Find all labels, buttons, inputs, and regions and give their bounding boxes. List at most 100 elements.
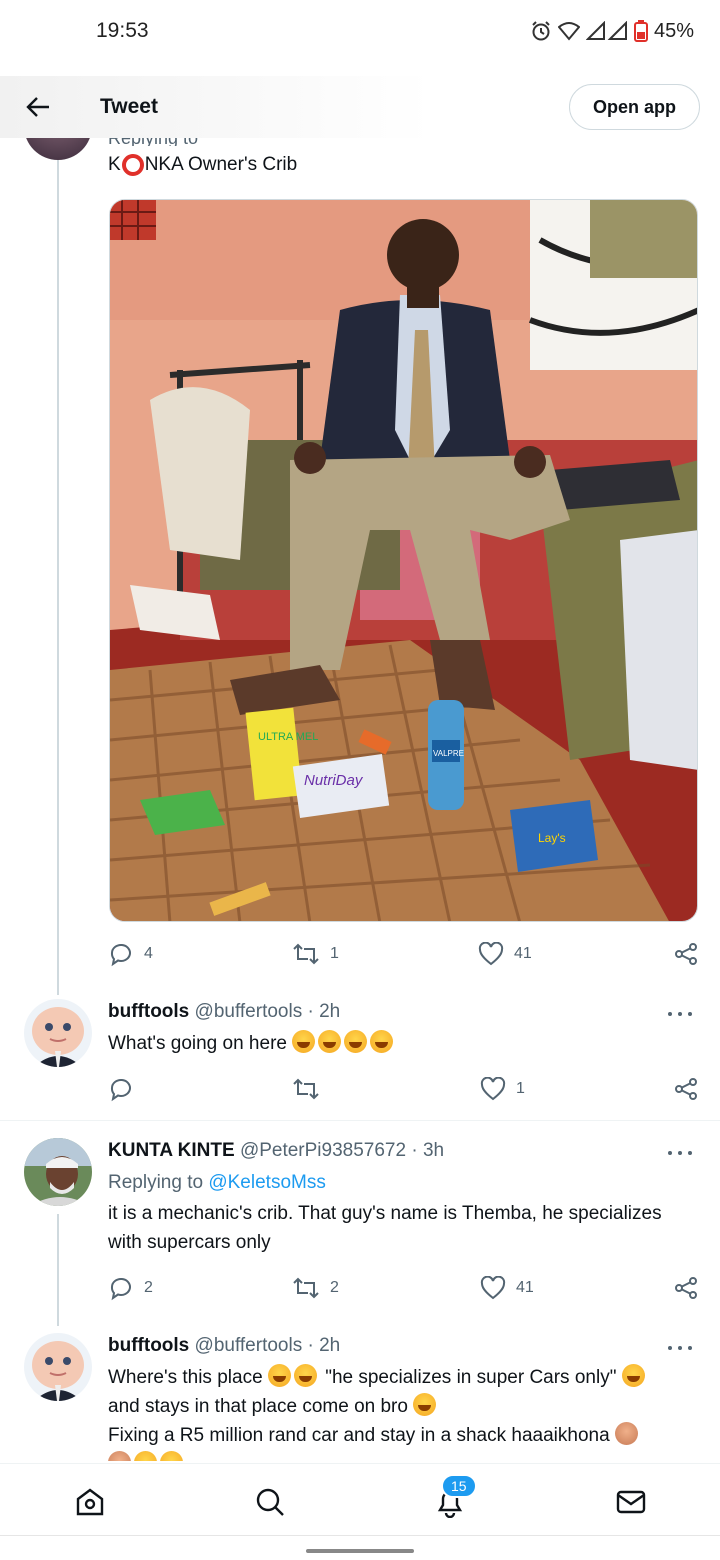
retweet-count: 1 — [330, 945, 339, 962]
like-count: 1 — [516, 1080, 525, 1097]
main-tweet-avatar[interactable] — [24, 138, 92, 160]
replying-to-label: Replying to — [108, 1172, 204, 1193]
reply-2-actions: 2 2 41 — [108, 1271, 700, 1305]
reply-count: 2 — [144, 1279, 153, 1296]
reply-button[interactable]: 4 — [108, 937, 153, 971]
joy-emoji — [344, 1030, 368, 1053]
retweet-icon — [293, 1277, 319, 1299]
joy-emoji — [267, 1364, 291, 1387]
more-options-button[interactable] — [668, 1338, 692, 1358]
status-time: 19:53 — [96, 19, 149, 42]
retweet-button[interactable] — [292, 1072, 320, 1106]
like-count: 41 — [514, 945, 532, 962]
share-button[interactable] — [674, 1271, 698, 1305]
joy-emoji — [134, 1451, 157, 1461]
timestamp: · 2h — [307, 1335, 341, 1356]
replying-to-handle[interactable]: @KeletsoMss — [208, 1172, 326, 1193]
display-name[interactable]: KUNTA KINTE — [108, 1140, 235, 1161]
handle[interactable]: @PeterPi93857672 — [240, 1140, 406, 1161]
retweet-count: 2 — [330, 1279, 339, 1296]
reply-icon — [110, 943, 131, 967]
nav-search[interactable] — [250, 1482, 290, 1522]
reply-text: What's going on here — [108, 1033, 287, 1054]
reply-header-2: KUNTA KINTE @PeterPi93857672 · 3h — [108, 1140, 444, 1162]
product-label-lays: Lay's — [538, 831, 566, 845]
retweet-button[interactable]: 1 — [292, 937, 339, 971]
reply-text-3: Where's this place "he specializes in su… — [108, 1363, 698, 1461]
more-options-button[interactable] — [668, 1004, 692, 1024]
display-name[interactable]: bufftools — [108, 1001, 189, 1022]
replying-to: Replying to @KeletsoMss — [108, 1172, 326, 1194]
status-bar: 19:53 45% — [0, 0, 720, 62]
timestamp: · 2h — [307, 1001, 341, 1022]
reply-icon — [110, 1277, 131, 1301]
share-button[interactable] — [674, 1072, 698, 1106]
avatar-kunta-kinte[interactable] — [24, 1138, 92, 1206]
avatar-bufftools[interactable] — [24, 999, 92, 1067]
more-options-button[interactable] — [668, 1143, 692, 1163]
display-name[interactable]: bufftools — [108, 1335, 189, 1356]
alarm-icon — [530, 20, 552, 42]
back-button[interactable] — [18, 87, 58, 127]
reply-text-line1a: Where's this place — [108, 1367, 263, 1388]
heart-icon — [478, 942, 504, 966]
divider — [0, 1120, 720, 1121]
rofl-emoji — [621, 1364, 645, 1387]
reply-button[interactable]: 2 — [108, 1271, 153, 1305]
like-count: 41 — [516, 1279, 534, 1296]
reply-count: 4 — [144, 945, 153, 962]
battery-percent: 45% — [653, 19, 694, 42]
tweet-text-prefix: K — [108, 154, 121, 175]
man-facepalming-emoji — [614, 1422, 638, 1445]
thread-line — [57, 1214, 59, 1326]
handle[interactable]: @buffertools — [195, 1335, 303, 1356]
rofl-emoji — [370, 1030, 394, 1053]
reply-text-line1b: "he specializes in super Cars only" — [325, 1367, 617, 1388]
like-button[interactable]: 41 — [478, 937, 532, 971]
nav-home[interactable] — [70, 1482, 110, 1522]
timestamp: · 3h — [411, 1140, 445, 1161]
retweet-button[interactable]: 2 — [292, 1271, 339, 1305]
reply-header-1: bufftools @buffertools · 2h — [108, 1001, 340, 1023]
thread-line — [57, 160, 59, 995]
top-app-bar: Tweet Open app — [0, 76, 720, 138]
status-icons: 45% — [530, 20, 694, 43]
arrow-left-icon — [26, 97, 49, 117]
gesture-bar — [0, 1535, 720, 1560]
avatar-bufftools[interactable] — [24, 1333, 92, 1401]
joy-emoji — [292, 1030, 316, 1053]
retweet-icon — [293, 943, 319, 965]
product-label-ultramel: ULTRA MEL — [258, 731, 318, 743]
share-button[interactable] — [674, 937, 698, 971]
rofl-emoji — [160, 1451, 183, 1461]
like-button[interactable]: 1 — [480, 1072, 525, 1106]
share-icon — [675, 1078, 697, 1100]
tweet-text-suffix: NKA Owner's Crib — [144, 154, 298, 175]
home-indicator[interactable] — [306, 1549, 414, 1553]
signal-icon — [585, 21, 628, 41]
home-icon — [76, 1488, 104, 1516]
share-icon — [675, 1277, 697, 1299]
main-tweet-text: K NKA Owner's Crib — [108, 154, 297, 176]
reply-text-2: it is a mechanic's crib. That guy's name… — [108, 1203, 662, 1253]
reply-1-actions: 1 — [108, 1072, 700, 1106]
joy-emoji — [318, 1030, 342, 1053]
reply-text-line3: Fixing a R5 million rand car and stay in… — [108, 1425, 610, 1446]
joy-emoji — [293, 1364, 317, 1387]
like-button[interactable]: 41 — [480, 1271, 534, 1305]
red-circle-emoji — [121, 154, 144, 176]
tweet-photo[interactable]: ULTRA MEL NutriDay VALPRE Lay's — [109, 199, 698, 922]
search-icon — [256, 1488, 284, 1516]
notifications-badge: 15 — [441, 1474, 477, 1498]
handle[interactable]: @buffertools — [195, 1001, 303, 1022]
reply-button[interactable] — [108, 1072, 134, 1106]
open-app-button[interactable]: Open app — [568, 84, 700, 130]
nav-messages[interactable] — [611, 1482, 651, 1522]
main-tweet-actions: 4 1 41 — [108, 937, 700, 971]
joy-emoji — [413, 1393, 437, 1416]
man-facepalming-emoji — [108, 1451, 131, 1461]
share-icon — [675, 943, 697, 965]
battery-icon — [633, 20, 648, 42]
replying-to-fragment: Replying to — [108, 138, 228, 146]
reply-icon — [110, 1078, 131, 1102]
